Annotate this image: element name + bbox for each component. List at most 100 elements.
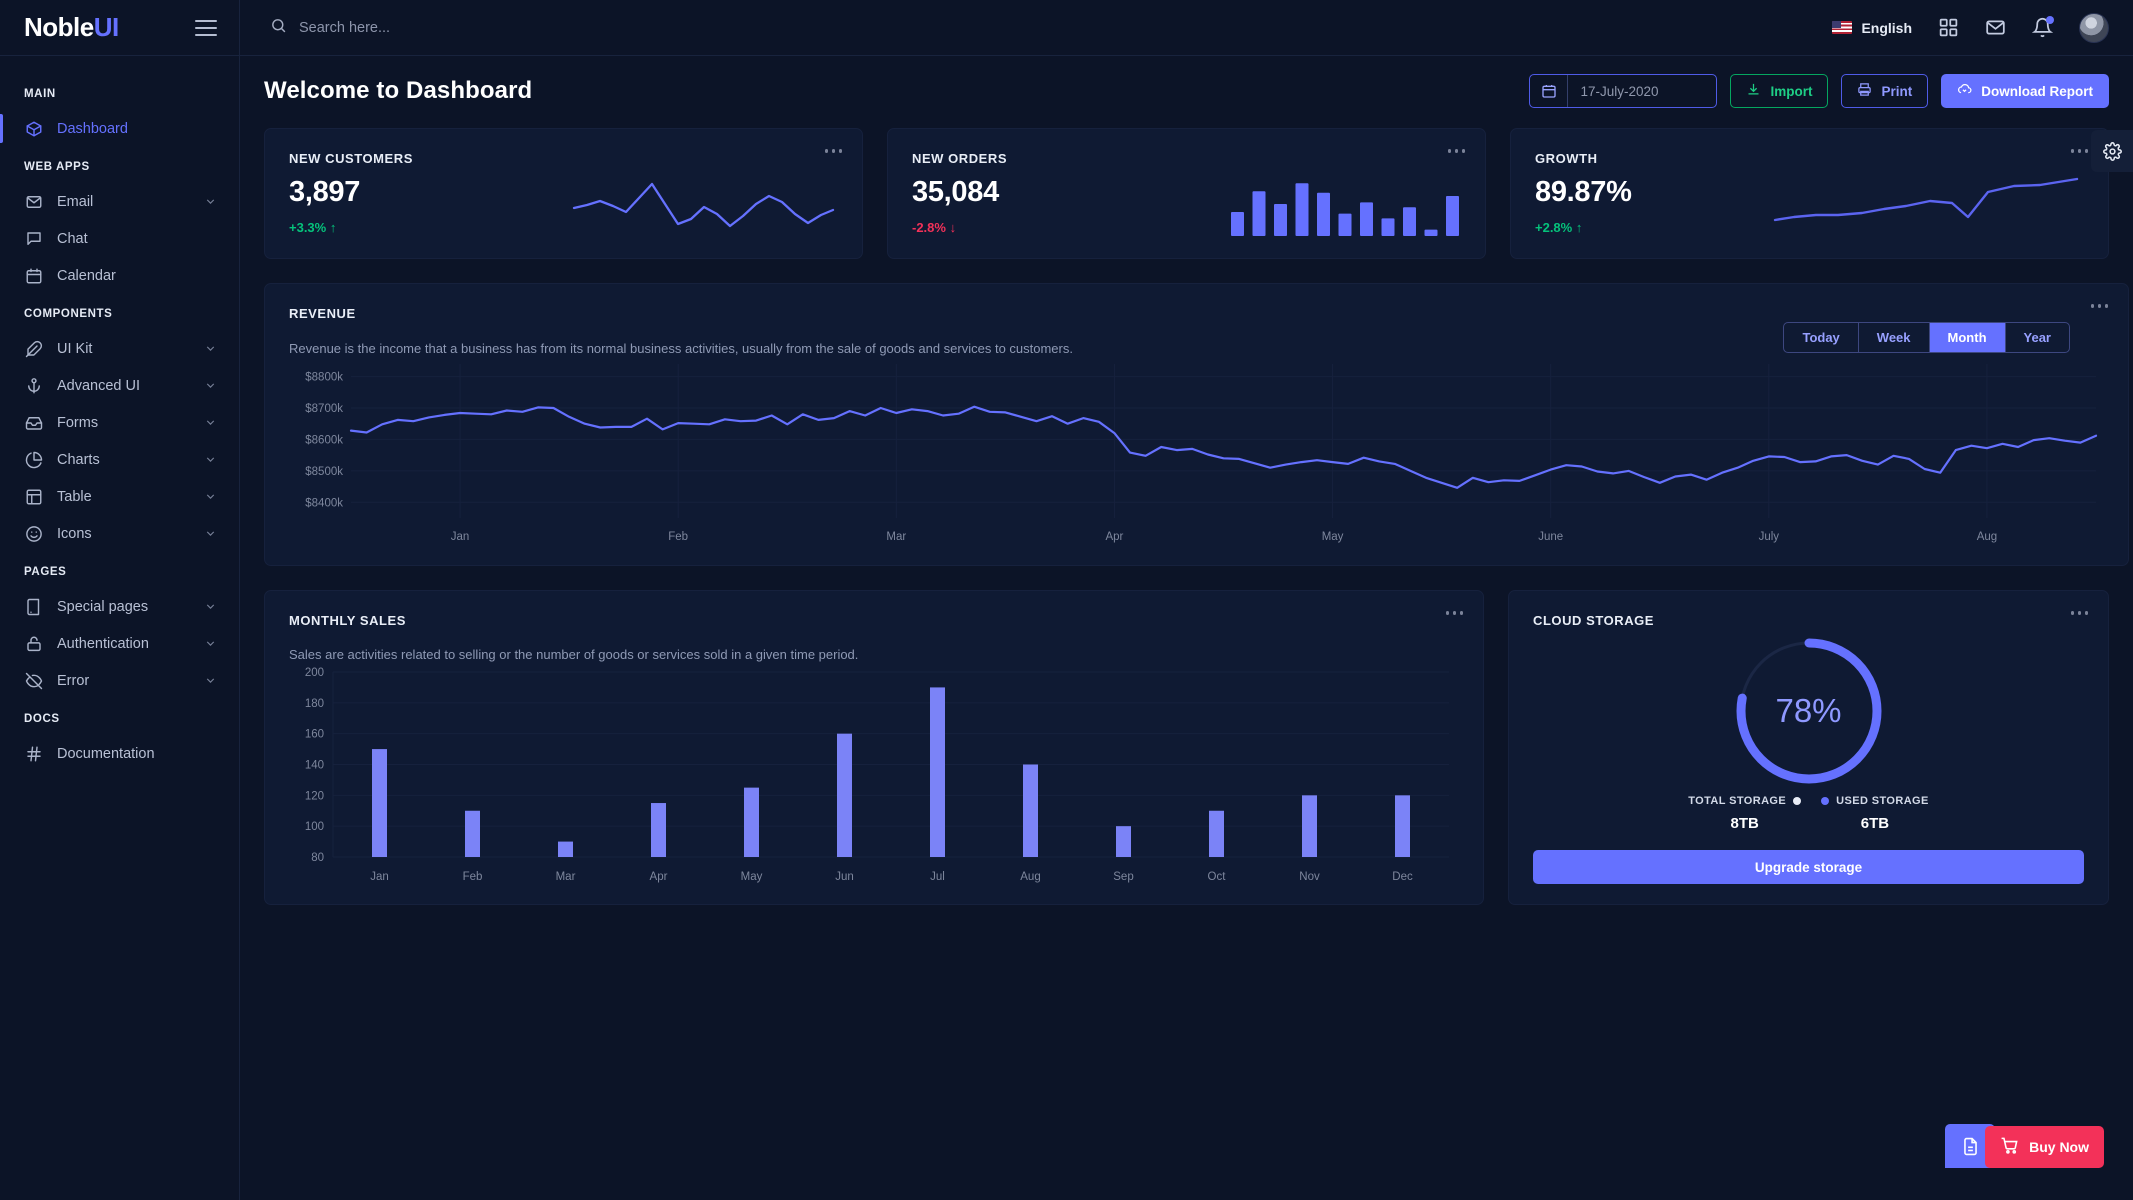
svg-text:160: 160 (305, 729, 324, 741)
sidebar-item-label: Special pages (57, 598, 149, 615)
svg-text:120: 120 (305, 790, 324, 802)
svg-text:100: 100 (305, 821, 324, 833)
svg-text:180: 180 (305, 698, 324, 710)
sidebar-item-chat[interactable]: Chat (0, 220, 239, 257)
new-orders-sparkbars (1007, 151, 1463, 258)
svg-text:200: 200 (305, 667, 324, 679)
sidebar-item-table[interactable]: Table (0, 478, 239, 515)
sidebar-item-email[interactable]: Email (0, 183, 239, 220)
revenue-range-year[interactable]: Year (2006, 323, 2069, 352)
cloud-storage-legend: TOTAL STORAGE 8TB USED STORAGE 6TB (1533, 795, 2084, 832)
sidebar-item-dashboard[interactable]: Dashboard (0, 110, 239, 147)
svg-text:May: May (1322, 531, 1344, 543)
language-selector[interactable]: English (1832, 20, 1912, 36)
import-label: Import (1770, 83, 1813, 99)
revenue-range-today[interactable]: Today (1784, 323, 1859, 352)
chevron-down-icon (204, 379, 217, 392)
logo-text-primary: Noble (24, 12, 94, 42)
date-picker[interactable]: 17-July-2020 (1529, 74, 1718, 108)
used-storage-dot-icon (1821, 797, 1830, 805)
sidebar-item-label: Dashboard (57, 120, 128, 137)
pie-chart-icon (24, 450, 43, 469)
chevron-down-icon (204, 600, 217, 613)
download-arrow-icon (1746, 82, 1761, 100)
gear-icon[interactable] (2091, 130, 2133, 172)
card-menu-icon[interactable] (2090, 304, 2108, 308)
total-storage-label: TOTAL STORAGE (1688, 795, 1787, 807)
card-menu-icon[interactable] (824, 149, 842, 153)
monthly-sales-chart: 80 100 120 140 160 180 200 Jan Feb Mar Apr May Jun Ju… (289, 662, 1459, 892)
hash-icon (24, 744, 43, 763)
sidebar-item-charts[interactable]: Charts (0, 441, 239, 478)
chevron-down-icon (204, 453, 217, 466)
logo-text-secondary: UI (93, 12, 120, 42)
sidebar-toggle-icon[interactable] (195, 19, 217, 36)
sidebar-item-icons[interactable]: Icons (0, 515, 239, 552)
date-value: 17-July-2020 (1580, 83, 1659, 99)
calendar-icon (24, 266, 43, 285)
sidebar-item-advanced-ui[interactable]: Advanced UI (0, 367, 239, 404)
card-menu-icon[interactable] (2070, 611, 2088, 615)
grid-apps-icon[interactable] (1938, 17, 1959, 38)
sidebar-item-calendar[interactable]: Calendar (0, 257, 239, 294)
svg-text:Aug: Aug (1977, 531, 1997, 543)
svg-text:140: 140 (305, 760, 324, 772)
anchor-icon (24, 376, 43, 395)
page-header: Welcome to Dashboard 17-July-2020 Import (264, 74, 2109, 108)
calendar-icon (1530, 75, 1569, 107)
sidebar-item-documentation[interactable]: Documentation (0, 735, 239, 772)
sidebar-item-label: Charts (57, 451, 100, 468)
chevron-down-icon (204, 416, 217, 429)
sidebar-item-error[interactable]: Error (0, 662, 239, 699)
svg-text:Mar: Mar (556, 871, 576, 883)
feather-icon (24, 339, 43, 358)
print-button[interactable]: Print (1841, 74, 1929, 108)
stats-row: NEW CUSTOMERS 3,897 +3.3% ↑ NEW ORDERS 3… (264, 128, 2109, 259)
search-input[interactable] (299, 19, 619, 36)
chevron-down-icon (204, 195, 217, 208)
inbox-icon (24, 413, 43, 432)
chevron-down-icon (204, 674, 217, 687)
revenue-range-month[interactable]: Month (1929, 323, 2006, 352)
bell-icon[interactable] (2032, 16, 2054, 38)
revenue-range-week[interactable]: Week (1859, 323, 1930, 352)
sidebar-item-authentication[interactable]: Authentication (0, 625, 239, 662)
sidebar-category-components: COMPONENTS (24, 308, 113, 320)
sidebar-item-label: Table (57, 488, 92, 505)
app-logo[interactable]: NobleUI (24, 12, 119, 43)
svg-text:Feb: Feb (463, 871, 483, 883)
download-report-button[interactable]: Download Report (1941, 74, 2109, 108)
used-storage-value: 6TB (1860, 815, 1890, 832)
download-label: Download Report (1981, 83, 2093, 99)
card-menu-icon[interactable] (2070, 149, 2088, 153)
page-content: Welcome to Dashboard 17-July-2020 Import (240, 56, 2133, 1200)
svg-text:Jul: Jul (930, 871, 945, 883)
import-button[interactable]: Import (1730, 74, 1829, 108)
slash-eye-icon (24, 671, 43, 690)
main-area: English Welcome to Dashboard (240, 0, 2133, 1200)
sidebar-item-label: Authentication (57, 635, 149, 652)
sidebar-item-special-pages[interactable]: Special pages (0, 588, 239, 625)
printer-icon (1857, 82, 1872, 100)
svg-text:80: 80 (311, 852, 324, 864)
monthly-sales-card: MONTHLY SALES Sales are activities relat… (264, 590, 1484, 905)
svg-text:Sep: Sep (1113, 871, 1133, 883)
card-menu-icon[interactable] (1447, 149, 1465, 153)
cloud-storage-gauge: 78% (1730, 632, 1888, 790)
stat-title: NEW CUSTOMERS (289, 151, 413, 166)
card-menu-icon[interactable] (1445, 611, 1463, 615)
mail-icon[interactable] (1985, 17, 2006, 38)
svg-text:Oct: Oct (1208, 871, 1227, 883)
total-storage-value: 8TB (1730, 815, 1759, 832)
stat-card-growth: GROWTH 89.87% +2.8% ↑ (1510, 128, 2109, 259)
svg-text:May: May (741, 871, 763, 883)
upgrade-storage-button[interactable]: Upgrade storage (1533, 850, 2084, 884)
sidebar-item-forms[interactable]: Forms (0, 404, 239, 441)
stat-title: NEW ORDERS (912, 151, 1008, 166)
avatar[interactable] (2079, 12, 2109, 43)
total-storage-dot-icon (1793, 797, 1802, 805)
buy-now-button[interactable]: Buy Now (1985, 1126, 2104, 1168)
sidebar-item-ui-kit[interactable]: UI Kit (0, 330, 239, 367)
revenue-description: Revenue is the income that a business ha… (289, 341, 1073, 356)
svg-text:$8600k: $8600k (305, 434, 343, 446)
